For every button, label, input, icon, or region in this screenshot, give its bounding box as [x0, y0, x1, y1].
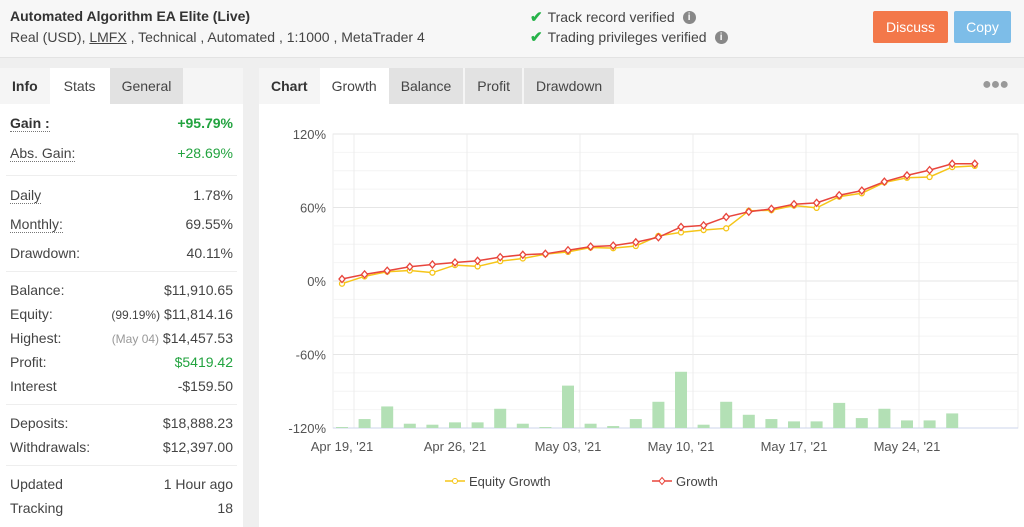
daily-bar: [946, 413, 959, 428]
daily-bar: [652, 401, 665, 428]
y-tick-label: -60%: [296, 348, 327, 363]
daily-bar: [403, 423, 416, 428]
daily-bar: [855, 418, 868, 428]
daily-bar: [923, 420, 936, 428]
legend-label[interactable]: Equity Growth: [469, 474, 551, 489]
daily-bar: [471, 422, 484, 428]
x-tick-label: May 17, '21: [761, 439, 828, 454]
data-point: [926, 173, 933, 181]
y-tick-label: -120%: [288, 421, 326, 436]
daily-bar: [697, 424, 710, 428]
daily-bar: [810, 421, 823, 428]
daily-bar: [720, 401, 733, 428]
x-tick-label: May 10, '21: [648, 439, 715, 454]
daily-bar: [629, 419, 642, 428]
x-tick-label: May 03, '21: [535, 439, 602, 454]
legend-marker: [658, 476, 666, 486]
data-point: [429, 269, 436, 276]
daily-bar: [426, 424, 439, 428]
legend-marker: [452, 478, 458, 484]
daily-bar: [675, 371, 687, 428]
daily-bar: [607, 426, 620, 428]
growth-chart: Apr 19, '21 Apr 26, '21 May 03, '21 May 10,…: [288, 127, 1019, 489]
daily-bar: [742, 414, 755, 428]
data-point: [723, 225, 730, 232]
daily-bar: [494, 408, 507, 428]
daily-bar: [878, 408, 891, 428]
x-tick-label: Apr 19, '21: [311, 439, 373, 454]
daily-bar: [516, 423, 529, 428]
daily-bar: [336, 427, 348, 428]
x-tick-label: May 24, '21: [874, 439, 941, 454]
daily-bar: [539, 427, 552, 428]
y-tick-label: 0%: [307, 274, 326, 289]
legend-label[interactable]: Growth: [676, 474, 718, 489]
daily-bar: [584, 423, 597, 428]
daily-bar: [765, 419, 778, 428]
daily-bar: [833, 402, 846, 428]
daily-bar: [788, 421, 800, 428]
y-tick-label: 120%: [293, 127, 327, 142]
daily-bar: [562, 385, 574, 428]
daily-bar: [381, 406, 394, 428]
x-tick-label: Apr 26, '21: [424, 439, 486, 454]
daily-bar: [358, 419, 371, 428]
daily-bar: [901, 420, 913, 428]
y-tick-label: 60%: [300, 201, 326, 216]
daily-bar: [449, 422, 461, 428]
